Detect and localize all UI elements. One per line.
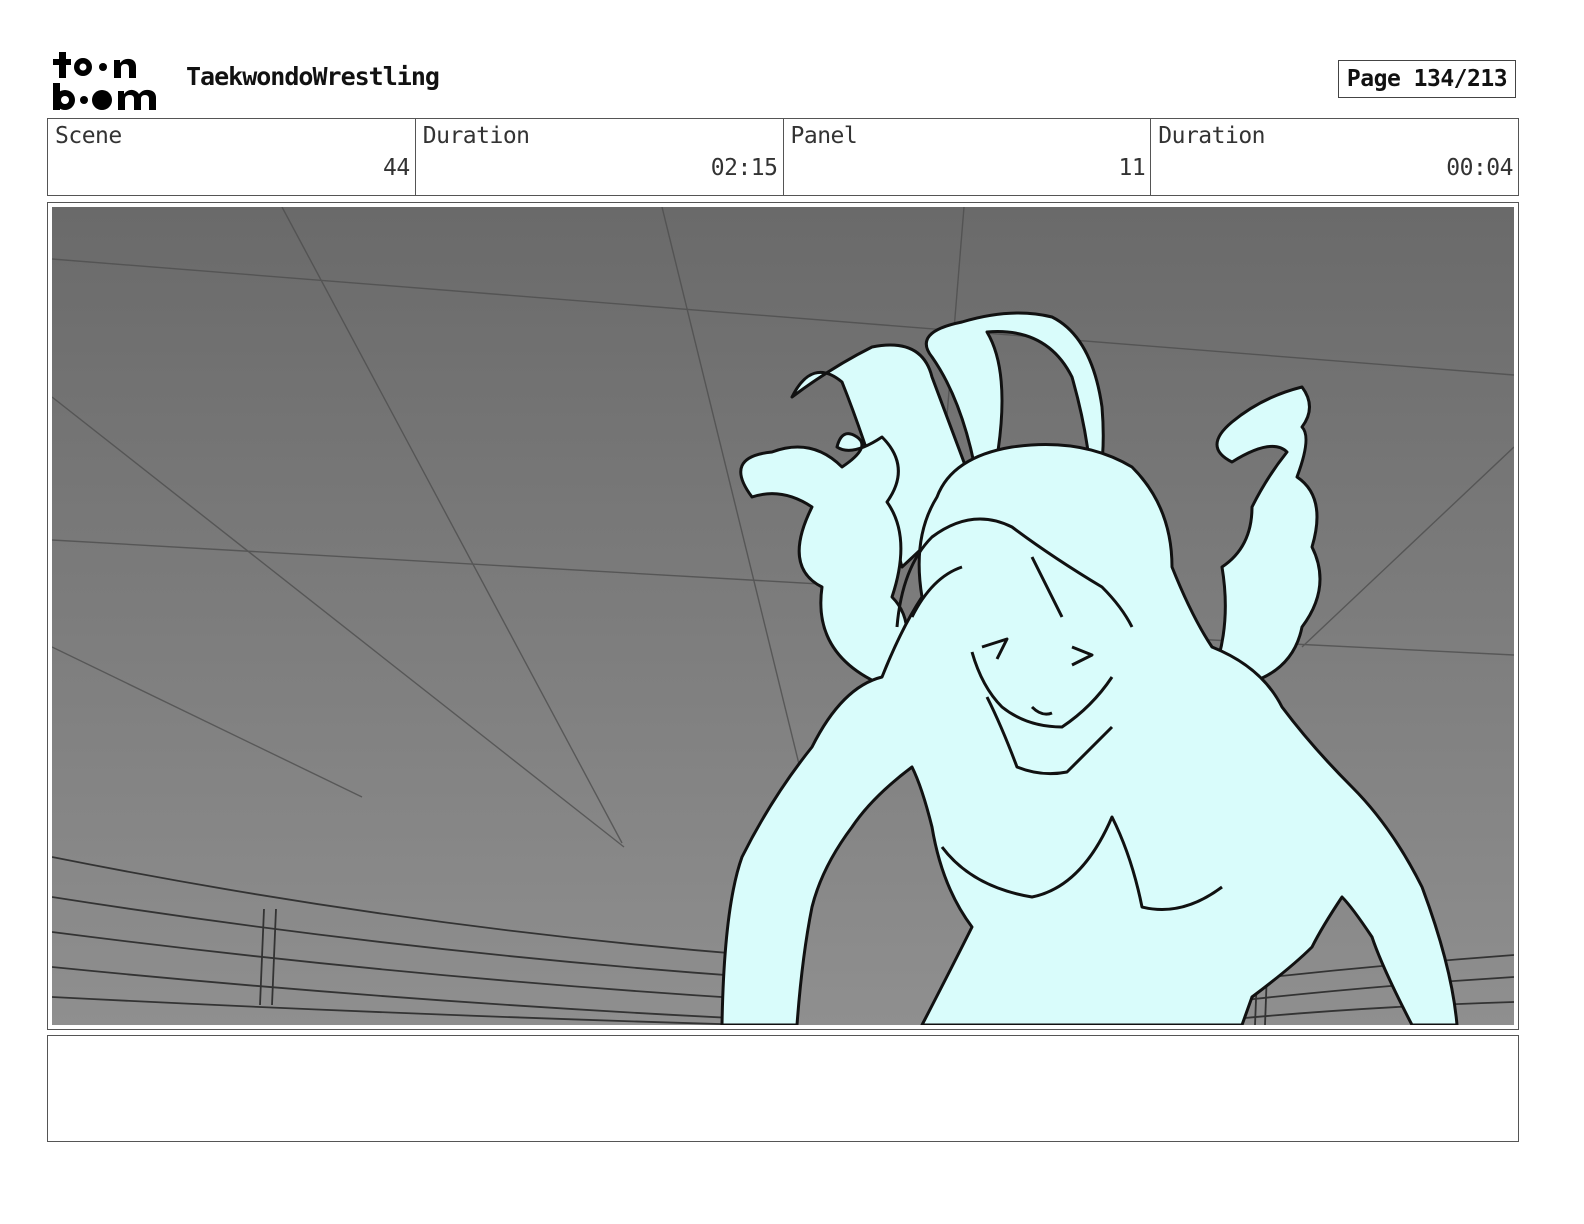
scene-label: Scene	[55, 123, 122, 149]
scene-cell: Scene 44	[48, 119, 416, 195]
panel-cell: Panel 11	[784, 119, 1152, 195]
panel-duration-label: Duration	[1158, 123, 1266, 149]
scene-value: 44	[383, 155, 410, 181]
toon-boom-logo	[53, 52, 156, 110]
project-title: TaekwondoWrestling	[186, 62, 440, 91]
panel-duration-cell: Duration 00:04	[1151, 119, 1518, 195]
scene-duration-value: 02:15	[710, 155, 778, 181]
page-indicator: Page 134/213	[1338, 60, 1516, 98]
panel-duration-value: 00:04	[1446, 155, 1513, 181]
scene-duration-label: Duration	[422, 123, 530, 149]
storyboard-panel-image	[52, 207, 1514, 1025]
panel-value: 11	[1118, 155, 1146, 181]
panel-info-row: Scene 44 Duration 02:15 Panel 11 Duratio…	[47, 118, 1519, 196]
panel-notes	[47, 1035, 1519, 1142]
scene-duration-cell: Duration 02:15	[416, 119, 784, 195]
panel-label: Panel	[790, 123, 858, 149]
